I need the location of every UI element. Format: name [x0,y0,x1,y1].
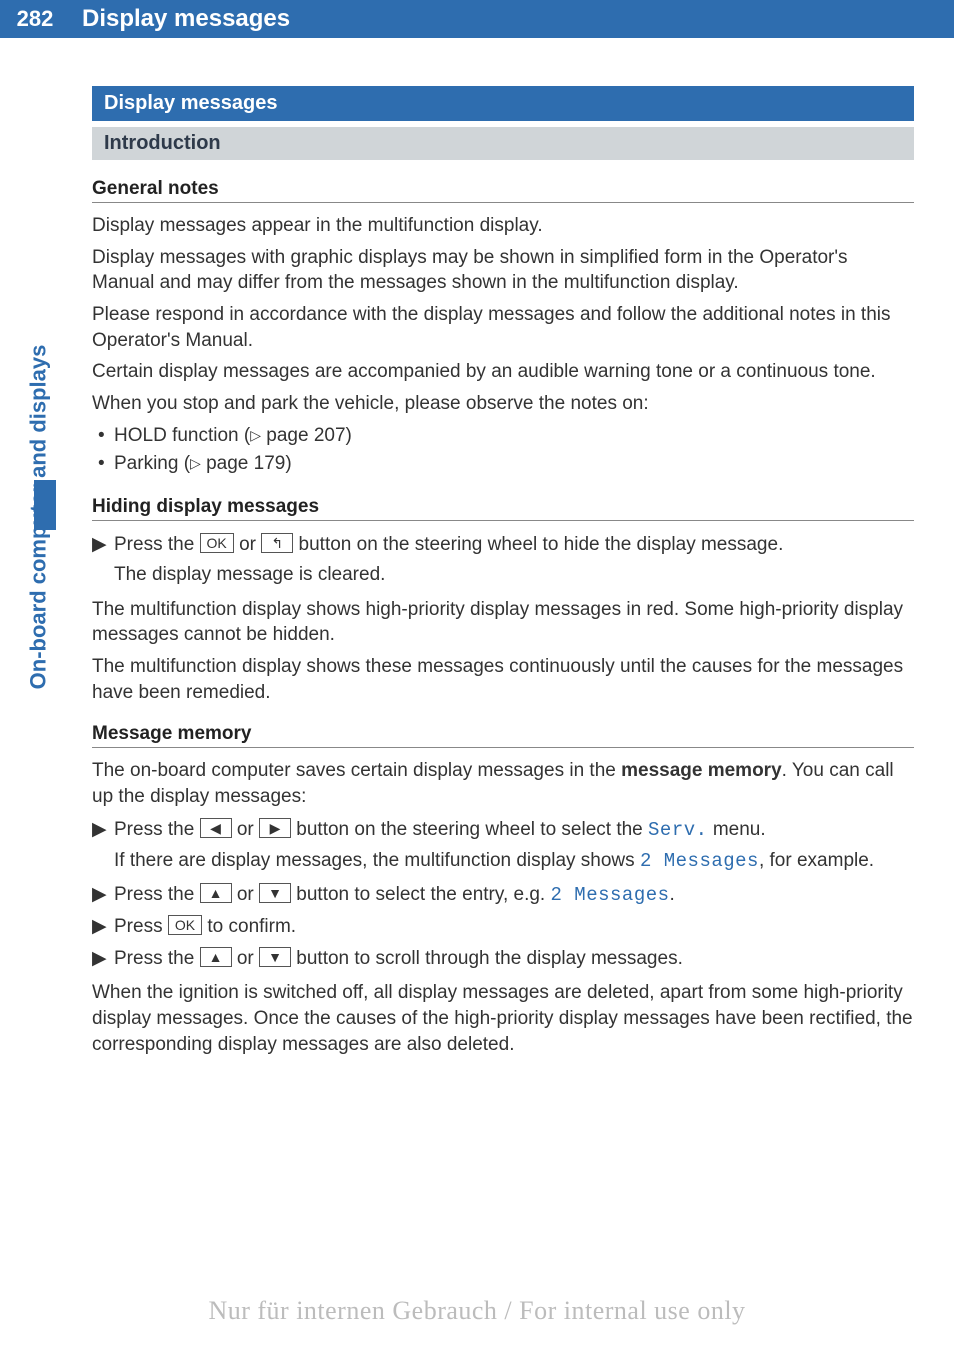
step-list: ▶ Press the ◀ or ▶ button on the steerin… [92,816,914,973]
step-note: If there are display messages, the multi… [114,848,914,875]
step-arrow-icon: ▶ [92,816,114,845]
down-key-icon: ▼ [259,947,291,967]
text: Press the [114,884,200,905]
section-heading-primary: Display messages [92,86,914,121]
step-item: ▶ Press the OK or ↰ button on the steeri… [92,531,914,559]
step-arrow-icon: ▶ [92,913,114,941]
step-arrow-icon: ▶ [92,881,114,910]
text: HOLD function ( [114,425,250,446]
right-key-icon: ▶ [259,818,291,838]
step-item: ▶ Press OK to confirm. [92,913,914,941]
text: button on the steering wheel to hide the… [299,534,784,555]
down-key-icon: ▼ [259,883,291,903]
text: or [239,534,261,555]
list-item: • Parking (▷ page 179) [98,450,914,478]
text: menu. [708,819,766,840]
text: button to scroll through the display mes… [296,948,683,969]
up-key-icon: ▲ [200,883,232,903]
paragraph: Display messages with graphic displays m… [92,245,914,296]
step-item: ▶ Press the ◀ or ▶ button on the steerin… [92,816,914,845]
bullet-list: • HOLD function (▷ page 207) • Parking (… [98,422,914,477]
reference-icon: ▷ [250,427,261,443]
paragraph: Certain display messages are accompanied… [92,359,914,385]
step-arrow-icon: ▶ [92,945,114,973]
step-item: ▶ Press the ▲ or ▼ button to select the … [92,881,914,910]
subheading-general-notes: General notes [92,178,914,203]
paragraph: Please respond in accordance with the di… [92,302,914,353]
paragraph: The multifunction display shows high-pri… [92,597,914,648]
display-text: 2 Messages [640,850,759,872]
text: Press the [114,819,200,840]
side-tab: On-board computer and displays [20,90,56,530]
bold-text: message memory [621,760,782,781]
text: Press the [114,534,200,555]
page-title: Display messages [70,0,954,38]
content-area: Display messages Introduction General no… [92,86,914,1063]
bullet-icon: • [98,450,114,478]
display-text: 2 Messages [551,884,670,906]
step-note: The display message is cleared. [114,562,914,589]
text: Parking ( [114,453,190,474]
paragraph: When the ignition is switched off, all d… [92,980,914,1057]
left-key-icon: ◀ [200,818,232,838]
page-number: 282 [0,0,70,38]
reference-icon: ▷ [190,455,201,471]
text: The on-board computer saves certain disp… [92,760,621,781]
text: button to select the entry, e.g. [296,884,550,905]
ok-key-icon: OK [168,915,202,935]
step-item: ▶ Press the ▲ or ▼ button to scroll thro… [92,945,914,973]
text: page 179) [201,453,292,474]
step-list: ▶ Press the OK or ↰ button on the steeri… [92,531,914,589]
step-arrow-icon: ▶ [92,531,114,559]
subheading-memory: Message memory [92,723,914,748]
text: or [237,948,259,969]
page-header: 282 Display messages [0,0,954,38]
text: page 207) [261,425,352,446]
paragraph: When you stop and park the vehicle, plea… [92,391,914,417]
text: Press the [114,948,200,969]
watermark-text: Nur für internen Gebrauch / For internal… [0,1296,954,1326]
paragraph: The on-board computer saves certain disp… [92,758,914,809]
section-heading-secondary: Introduction [92,127,914,160]
text: , for example. [759,850,874,871]
text: button on the steering wheel to select t… [296,819,648,840]
paragraph: Display messages appear in the multifunc… [92,213,914,239]
up-key-icon: ▲ [200,947,232,967]
subheading-hiding: Hiding display messages [92,496,914,521]
text: or [237,884,259,905]
text: to confirm. [207,916,296,937]
text: . [670,884,675,905]
paragraph: The multifunction display shows these me… [92,654,914,705]
text: If there are display messages, the multi… [114,850,640,871]
ok-key-icon: OK [200,533,234,553]
text: Press [114,916,168,937]
display-text: Serv. [648,819,708,841]
back-key-icon: ↰ [261,533,293,553]
side-tab-indicator [34,480,56,530]
list-item: • HOLD function (▷ page 207) [98,422,914,450]
text: or [237,819,259,840]
bullet-icon: • [98,422,114,450]
